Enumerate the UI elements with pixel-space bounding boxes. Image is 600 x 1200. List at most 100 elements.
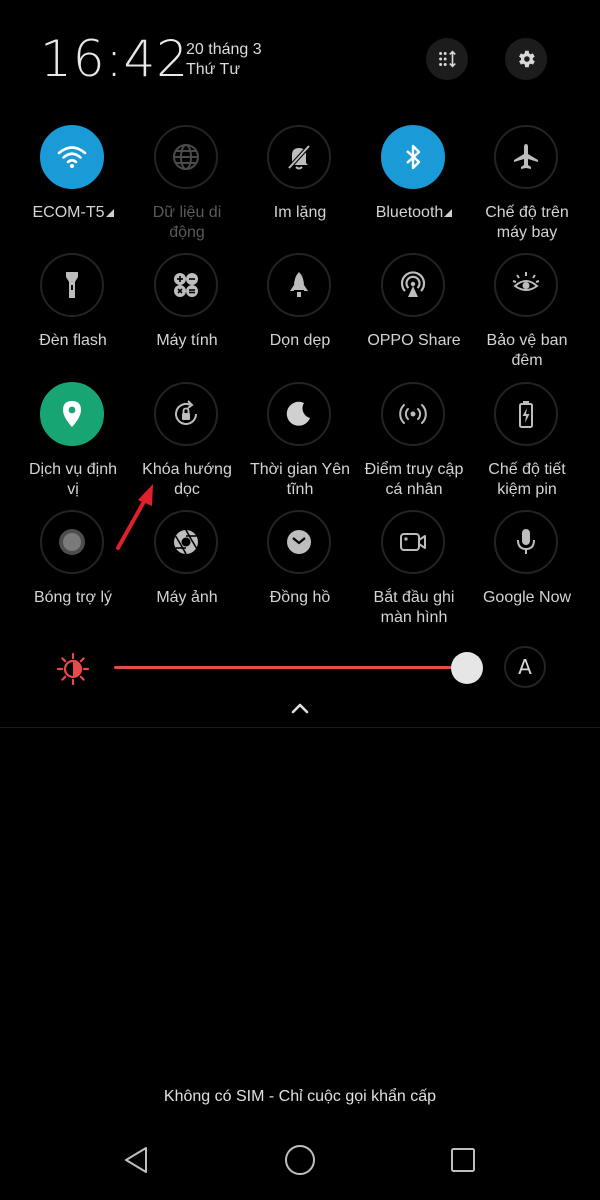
- tile-battery-saver-text-1: Chế độ tiết: [488, 461, 566, 478]
- gear-icon: [519, 50, 535, 68]
- location-pin-icon: [63, 401, 81, 427]
- tile-clock-label: Đồng hồ: [269, 589, 331, 606]
- tile-assistive-ball-label: Bóng trợ lý: [33, 589, 113, 606]
- bell-off-icon: [287, 144, 311, 170]
- tile-bluetooth[interactable]: Bluetooth: [357, 125, 471, 253]
- tile-hotspot-text-2: cá nhân: [385, 481, 443, 498]
- clock-icon: [287, 530, 311, 554]
- tile-mobile-data-text-2: động: [169, 224, 205, 241]
- tile-mobile-data-label: Dữ liệu di động: [130, 203, 244, 243]
- tile-quiet-time[interactable]: Thời gian Yên tĩnh: [243, 382, 357, 510]
- camera-aperture-icon: [174, 529, 198, 555]
- tile-battery-saver-circle: [494, 382, 558, 446]
- airplane-icon: [514, 144, 538, 169]
- brightness-slider-track[interactable]: [114, 666, 474, 669]
- auto-brightness-button[interactable]: A: [504, 646, 546, 688]
- moon-icon: [286, 401, 310, 426]
- tile-airplane[interactable]: Chế độ trên máy bay: [470, 125, 584, 253]
- tile-airplane-label: Chế độ trên máy bay: [470, 203, 584, 243]
- chevron-up-icon[interactable]: [288, 698, 312, 718]
- video-camera-icon: [400, 533, 426, 551]
- tile-hotspot[interactable]: Điểm truy cập cá nhân: [357, 382, 471, 510]
- home-icon[interactable]: [282, 1142, 318, 1178]
- tile-bluetooth-text: Bluetooth: [375, 204, 444, 221]
- tile-oppo-share[interactable]: OPPO Share: [357, 253, 471, 381]
- battery-bolt-icon: [519, 401, 533, 428]
- date-day: 20 tháng 3: [186, 41, 262, 58]
- sim-status-text: Không có SIM - Chỉ cuộc gọi khẩn cấp: [163, 1088, 437, 1105]
- tile-airplane-text-2: máy bay: [496, 224, 558, 241]
- tile-calculator-circle: [154, 253, 218, 317]
- globe-icon: [173, 144, 199, 170]
- tile-camera-label: Máy ảnh: [156, 589, 218, 606]
- tile-battery-saver-label: Chế độ tiết kiệm pin: [470, 460, 584, 500]
- date-weekday: Thứ Tư: [186, 61, 241, 78]
- tile-wifi-label: ECOM-T5: [16, 203, 130, 223]
- tile-silent[interactable]: Im lặng: [243, 125, 357, 253]
- tile-screen-record-label: Bắt đầu ghi màn hình: [357, 588, 471, 628]
- navigation-bar: [0, 1130, 600, 1190]
- microphone-icon: [517, 529, 535, 554]
- back-icon[interactable]: [118, 1142, 154, 1178]
- flashlight-icon: [66, 272, 78, 298]
- tile-battery-saver-text-2: kiệm pin: [497, 481, 557, 498]
- tile-bluetooth-label: Bluetooth: [357, 203, 471, 223]
- edit-tiles-button[interactable]: [426, 38, 468, 80]
- tile-calculator-label: Máy tính: [156, 332, 218, 349]
- tile-wifi-text: ECOM-T5: [32, 204, 105, 221]
- tile-quiet-time-circle: [267, 382, 331, 446]
- tile-screen-record-text-1: Bắt đầu ghi: [373, 589, 455, 606]
- tile-wifi-circle: [40, 125, 104, 189]
- tile-silent-label: Im lặng: [273, 204, 327, 221]
- tile-oppo-share-label: OPPO Share: [367, 332, 461, 349]
- tile-mobile-data-text-1: Dữ liệu di: [152, 204, 222, 221]
- expand-corner-icon: [105, 209, 114, 217]
- tile-screen-record[interactable]: Bắt đầu ghi màn hình: [357, 510, 471, 638]
- tile-flash-circle: [40, 253, 104, 317]
- tile-screen-record-text-2: màn hình: [380, 609, 448, 626]
- tile-bluetooth-circle: [381, 125, 445, 189]
- eye-sun-icon: [512, 272, 540, 291]
- tile-google-now[interactable]: Google Now: [470, 510, 584, 638]
- panel-divider: [0, 727, 600, 728]
- tile-cleanup-label: Dọn dẹp: [269, 332, 331, 349]
- clock-time: 16:42: [40, 30, 190, 88]
- brightness-slider-thumb[interactable]: [450, 652, 483, 684]
- tile-night-protect-text-2: đêm: [511, 352, 543, 369]
- tile-calculator[interactable]: Máy tính: [130, 253, 244, 381]
- recents-icon[interactable]: [445, 1142, 481, 1178]
- tile-quiet-time-text-2: tĩnh: [286, 481, 314, 498]
- settings-button[interactable]: [505, 38, 547, 80]
- tile-flash[interactable]: Đèn flash: [16, 253, 130, 381]
- grid-edit-icon: [439, 50, 456, 68]
- tile-mobile-data[interactable]: Dữ liệu di động: [130, 125, 244, 253]
- tile-cleanup[interactable]: Dọn dẹp: [243, 253, 357, 381]
- tile-screen-record-circle: [381, 510, 445, 574]
- brightness-row: A: [0, 640, 600, 696]
- wifi-icon: [57, 146, 87, 168]
- quick-settings-screen: 16:42 20 tháng 3 Thứ Tư ECOM-T5 Dữ liệu …: [0, 0, 600, 1200]
- tile-oppo-share-circle: [381, 253, 445, 317]
- tile-battery-saver[interactable]: Chế độ tiết kiệm pin: [470, 382, 584, 510]
- tile-silent-circle: [267, 125, 331, 189]
- tile-hotspot-label: Điểm truy cập cá nhân: [357, 460, 471, 500]
- assist-ball-icon: [59, 529, 85, 555]
- rotation-lock-icon: [175, 400, 197, 425]
- calculator-icon: [174, 273, 198, 297]
- tile-wifi[interactable]: ECOM-T5: [16, 125, 130, 253]
- tile-airplane-circle: [494, 125, 558, 189]
- tile-airplane-text-1: Chế độ trên: [485, 204, 569, 221]
- tile-cleanup-circle: [267, 253, 331, 317]
- tile-quiet-time-text-1: Thời gian Yên: [249, 461, 351, 478]
- tile-location-circle: [40, 382, 104, 446]
- tile-night-protect[interactable]: Bảo vệ ban đêm: [470, 253, 584, 381]
- tile-mobile-data-circle: [154, 125, 218, 189]
- brightness-sun-icon: [56, 652, 90, 686]
- tile-night-protect-circle: [494, 253, 558, 317]
- rocket-icon: [290, 272, 308, 297]
- tile-clock[interactable]: Đồng hồ: [243, 510, 357, 638]
- tile-google-now-label: Google Now: [482, 589, 572, 606]
- hotspot-icon: [399, 404, 427, 424]
- date-block: 20 tháng 3 Thứ Tư: [186, 40, 262, 80]
- bluetooth-icon: [406, 144, 421, 170]
